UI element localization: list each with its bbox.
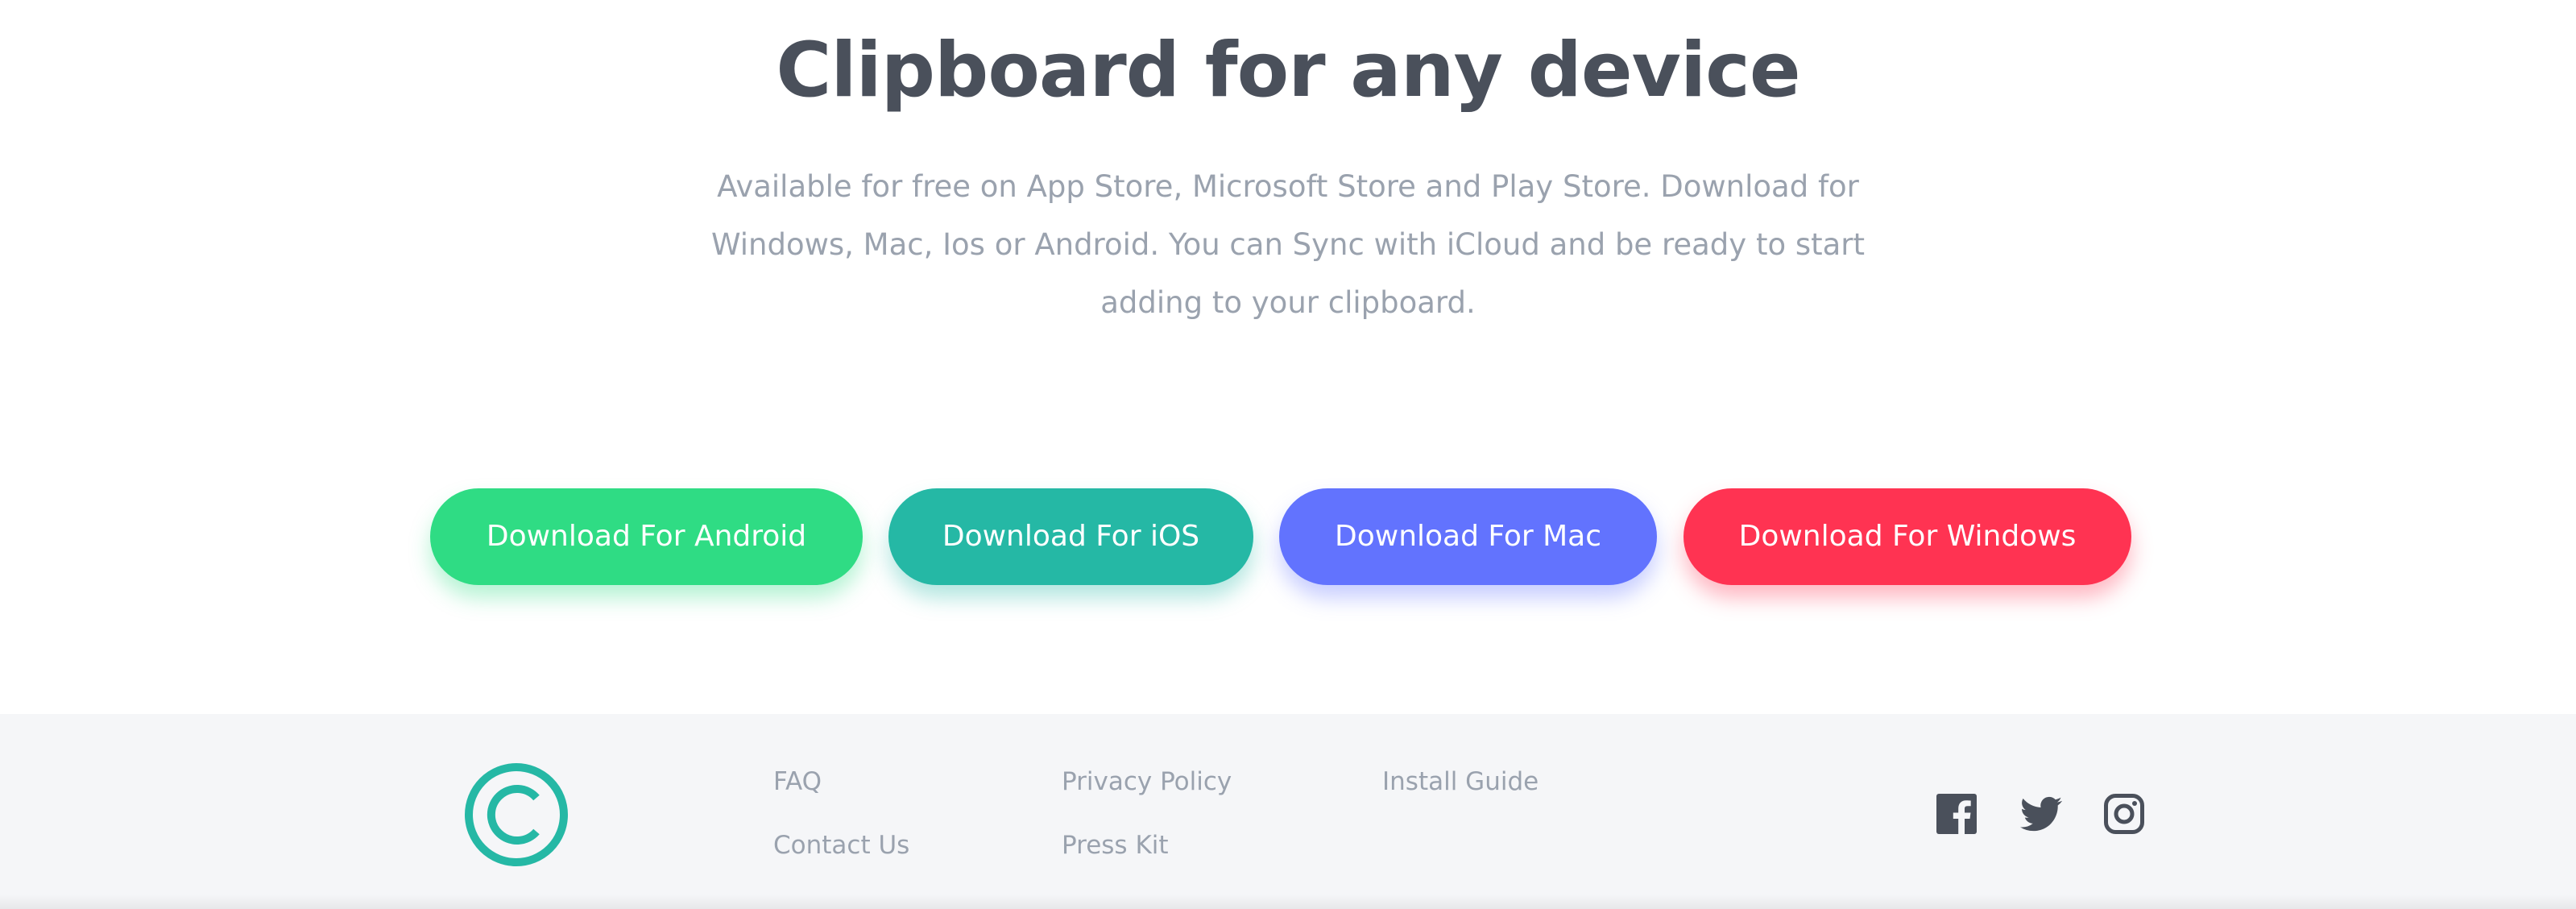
download-windows-button[interactable]: Download For Windows bbox=[1684, 488, 2131, 585]
bottom-shadow bbox=[0, 894, 2576, 909]
clipboard-logo-icon[interactable] bbox=[464, 762, 569, 867]
download-ios-button[interactable]: Download For iOS bbox=[888, 488, 1253, 585]
instagram-icon[interactable] bbox=[2103, 793, 2145, 835]
download-android-button[interactable]: Download For Android bbox=[430, 488, 863, 585]
twitter-icon[interactable] bbox=[2020, 793, 2062, 835]
hero-title: Clipboard for any device bbox=[776, 27, 1800, 114]
facebook-icon[interactable] bbox=[1936, 793, 1978, 835]
hero-description-line: Available for free on App Store, Microso… bbox=[717, 169, 1859, 204]
footer-link-press-kit[interactable]: Press Kit bbox=[1062, 829, 1169, 861]
hero-section: Clipboard for any device Available for f… bbox=[0, 0, 2576, 714]
footer-link-install-guide[interactable]: Install Guide bbox=[1382, 766, 1539, 798]
download-mac-button[interactable]: Download For Mac bbox=[1279, 488, 1657, 585]
download-buttons: Download For Android Download For iOS Do… bbox=[0, 488, 2576, 585]
hero-description-line: adding to your clipboard. bbox=[1100, 285, 1476, 320]
footer-link-faq[interactable]: FAQ bbox=[773, 766, 822, 798]
hero-description: Available for free on App Store, Microso… bbox=[0, 158, 2576, 332]
hero-description-line: Windows, Mac, Ios or Android. You can Sy… bbox=[710, 227, 1866, 262]
footer-link-privacy-policy[interactable]: Privacy Policy bbox=[1062, 766, 1232, 798]
footer: FAQ Contact Us Privacy Policy Press Kit … bbox=[0, 714, 2576, 909]
footer-link-contact-us[interactable]: Contact Us bbox=[773, 829, 909, 861]
page: Clipboard for any device Available for f… bbox=[0, 0, 2576, 909]
